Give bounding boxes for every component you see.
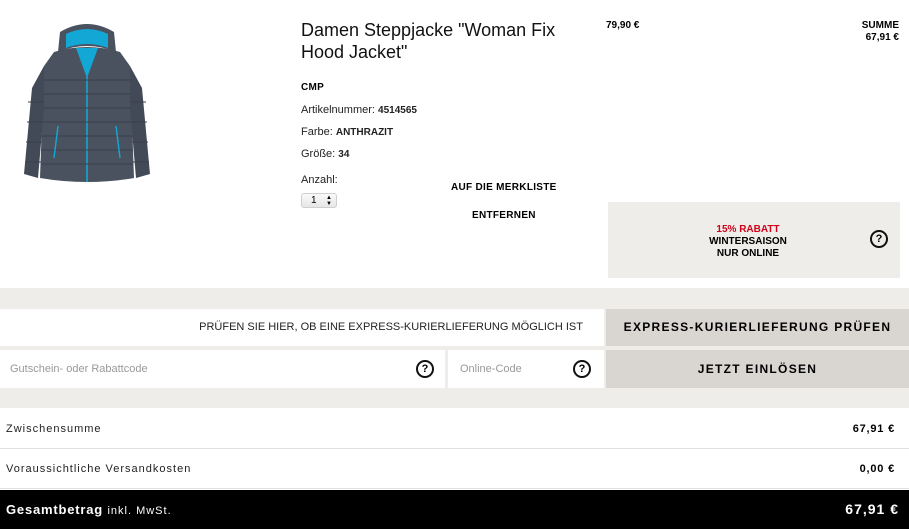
- help-icon[interactable]: ?: [870, 230, 888, 248]
- quantity-label: Anzahl:: [301, 174, 338, 186]
- coupon-field-wrapper: ?: [0, 350, 445, 388]
- article-number-label: Artikelnummer:: [301, 104, 375, 116]
- shipping-row: Voraussichtliche Versandkosten 0,00 €: [0, 450, 909, 489]
- color-value: ANTHRAZIT: [335, 127, 394, 138]
- online-code-field-wrapper: ?: [448, 350, 604, 388]
- product-title[interactable]: Damen Steppjacke "Woman Fix Hood Jacket": [301, 19, 591, 63]
- subtotal-row: Zwischensumme 67,91 €: [0, 410, 909, 449]
- checkout-options-band: [0, 288, 909, 408]
- cart-item: Damen Steppjacke "Woman Fix Hood Jacket"…: [0, 0, 909, 288]
- promo-discount: 15% RABATT: [716, 224, 780, 235]
- grand-total-value: 67,91 €: [845, 501, 899, 517]
- sum-label: SUMME: [861, 20, 899, 31]
- grand-total-title: Gesamtbetrag: [6, 502, 104, 517]
- sum-value: 67,91 €: [865, 32, 899, 43]
- subtotal-label: Zwischensumme: [6, 423, 102, 435]
- coupon-row: ? ? JETZT EINLÖSEN: [0, 350, 909, 388]
- stepper-arrows-icon: ▲ ▼: [326, 195, 332, 207]
- article-number-value: 4514565: [378, 105, 417, 116]
- unit-price: 79,90 €: [606, 20, 640, 31]
- quantity-select[interactable]: 1 ▲ ▼: [301, 193, 337, 208]
- color-row: Farbe: ANTHRAZIT: [301, 126, 393, 138]
- promo-season: WINTERSAISON: [709, 236, 787, 247]
- coupon-help-icon[interactable]: ?: [416, 360, 434, 378]
- article-number-row: Artikelnummer: 4514565: [301, 104, 417, 116]
- quantity-value: 1: [311, 195, 317, 206]
- subtotal-value: 67,91 €: [852, 423, 895, 435]
- product-brand: CMP: [301, 82, 325, 93]
- online-code-input[interactable]: [448, 350, 566, 388]
- size-label: Größe:: [301, 148, 336, 160]
- remove-item-button[interactable]: ENTFERNEN: [472, 210, 536, 221]
- color-label: Farbe:: [301, 126, 333, 138]
- express-delivery-prompt: PRÜFEN SIE HIER, OB EINE EXPRESS-KURIERL…: [0, 309, 604, 346]
- grand-total-tax-note: inkl. MwSt.: [107, 505, 172, 517]
- check-express-delivery-button[interactable]: EXPRESS-KURIERLIEFERUNG PRÜFEN: [606, 309, 909, 346]
- size-row: Größe: 34: [301, 148, 349, 160]
- coupon-code-input[interactable]: [0, 350, 405, 388]
- grand-total-bar: Gesamtbetrag inkl. MwSt. 67,91 €: [0, 490, 909, 529]
- promo-text: 15% RABATT WINTERSAISON NUR ONLINE: [668, 224, 828, 260]
- online-code-help-icon[interactable]: ?: [573, 360, 591, 378]
- cart-page: Damen Steppjacke "Woman Fix Hood Jacket"…: [0, 0, 909, 529]
- grand-total-label: Gesamtbetrag inkl. MwSt.: [6, 490, 172, 529]
- shipping-label: Voraussichtliche Versandkosten: [6, 463, 192, 475]
- add-to-wishlist-button[interactable]: AUF DIE MERKLISTE: [451, 182, 557, 193]
- shipping-value: 0,00 €: [859, 463, 895, 475]
- promo-online-only: NUR ONLINE: [716, 248, 780, 259]
- promo-box: 15% RABATT WINTERSAISON NUR ONLINE ?: [608, 202, 900, 278]
- express-delivery-row: PRÜFEN SIE HIER, OB EINE EXPRESS-KURIERL…: [0, 309, 909, 346]
- redeem-code-button[interactable]: JETZT EINLÖSEN: [606, 350, 909, 388]
- product-image[interactable]: [18, 18, 156, 188]
- size-value: 34: [338, 149, 350, 160]
